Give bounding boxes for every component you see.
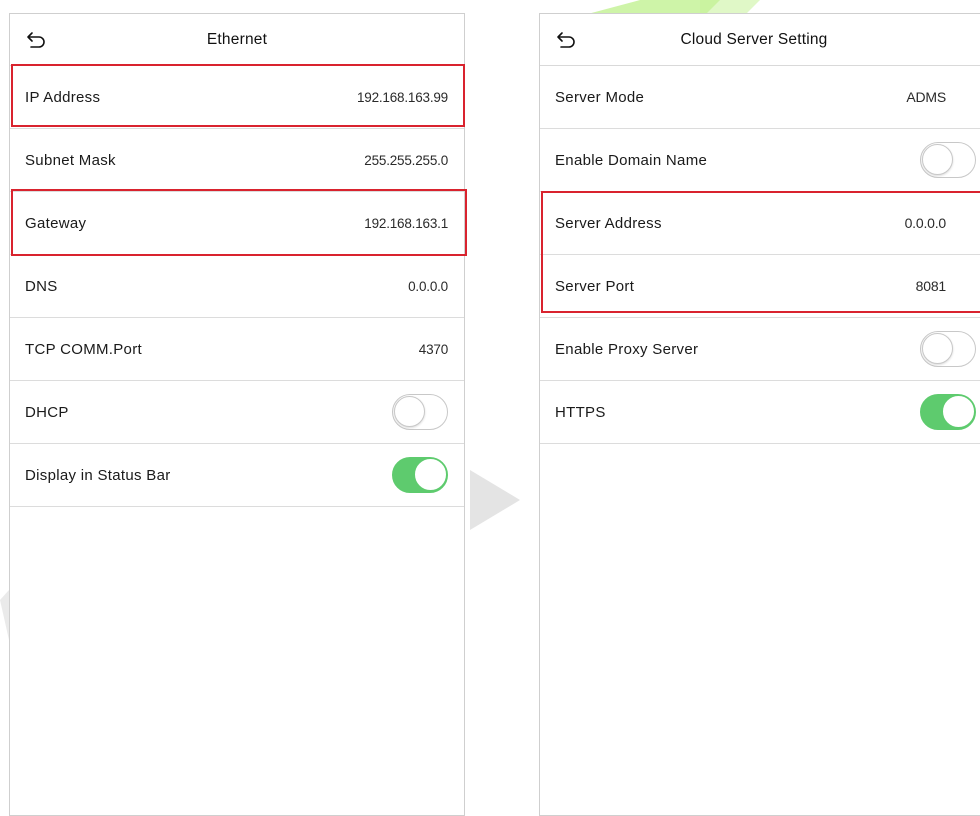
ethernet-header: Ethernet [10, 14, 464, 66]
ethernet-screen: Ethernet IP Address 192.168.163.99 Subne… [9, 13, 465, 816]
enable-domain-name-row: Enable Domain Name [540, 129, 980, 192]
row-value: 192.168.163.1 [364, 215, 448, 231]
ip-address-row[interactable]: IP Address 192.168.163.99 [10, 66, 464, 129]
subnet-mask-row[interactable]: Subnet Mask 255.255.255.0 [10, 129, 464, 192]
page-title: Ethernet [206, 30, 268, 48]
tcp-comm-port-row[interactable]: TCP COMM.Port 4370 [10, 318, 464, 381]
gateway-row[interactable]: Gateway 192.168.163.1 [10, 192, 464, 255]
row-value: 4370 [418, 341, 448, 357]
toggle-knob [922, 333, 953, 364]
row-label: Server Port [555, 277, 635, 295]
back-arrow-icon [27, 32, 45, 48]
row-label: Enable Proxy Server [555, 340, 699, 358]
enable-proxy-server-toggle[interactable] [920, 331, 976, 367]
back-arrow-icon [557, 32, 575, 48]
back-button[interactable] [22, 26, 52, 54]
row-label: Subnet Mask [25, 151, 116, 169]
row-value: 192.168.163.99 [356, 89, 448, 105]
toggle-knob [394, 396, 425, 427]
row-value: 8081 [915, 278, 947, 294]
toggle-knob [922, 144, 953, 175]
server-address-row[interactable]: Server Address 0.0.0.0 [540, 192, 980, 255]
row-label: DHCP [25, 403, 69, 421]
server-port-row[interactable]: Server Port 8081 [540, 255, 980, 318]
cloud-server-header: Cloud Server Setting [540, 14, 980, 66]
row-label: TCP COMM.Port [25, 340, 142, 358]
row-label: HTTPS [555, 403, 606, 421]
enable-proxy-server-row: Enable Proxy Server [540, 318, 980, 381]
display-in-status-bar-row: Display in Status Bar [10, 444, 464, 507]
server-mode-row[interactable]: Server Mode ADMS [540, 66, 980, 129]
dhcp-row: DHCP [10, 381, 464, 444]
row-value: ADMS [906, 89, 946, 105]
row-value: 0.0.0.0 [904, 215, 947, 231]
row-label: Enable Domain Name [555, 151, 708, 169]
row-label: Server Address [555, 214, 662, 232]
row-label: Server Mode [555, 88, 645, 106]
row-label: Gateway [25, 214, 87, 232]
display-in-status-bar-toggle[interactable] [392, 457, 448, 493]
page-title: Cloud Server Setting [680, 30, 828, 48]
dhcp-toggle[interactable] [392, 394, 448, 430]
cloud-server-setting-screen: Cloud Server Setting Server Mode ADMS En… [539, 13, 980, 816]
toggle-knob [943, 396, 974, 427]
dns-row[interactable]: DNS 0.0.0.0 [10, 255, 464, 318]
toggle-knob [415, 459, 446, 490]
row-label: IP Address [25, 88, 101, 106]
row-label: Display in Status Bar [25, 466, 171, 484]
https-toggle[interactable] [920, 394, 976, 430]
back-button[interactable] [552, 26, 582, 54]
enable-domain-name-toggle[interactable] [920, 142, 976, 178]
row-value: 255.255.255.0 [364, 152, 448, 168]
row-label: DNS [25, 277, 58, 295]
https-row: HTTPS [540, 381, 980, 444]
row-value: 0.0.0.0 [408, 278, 448, 294]
